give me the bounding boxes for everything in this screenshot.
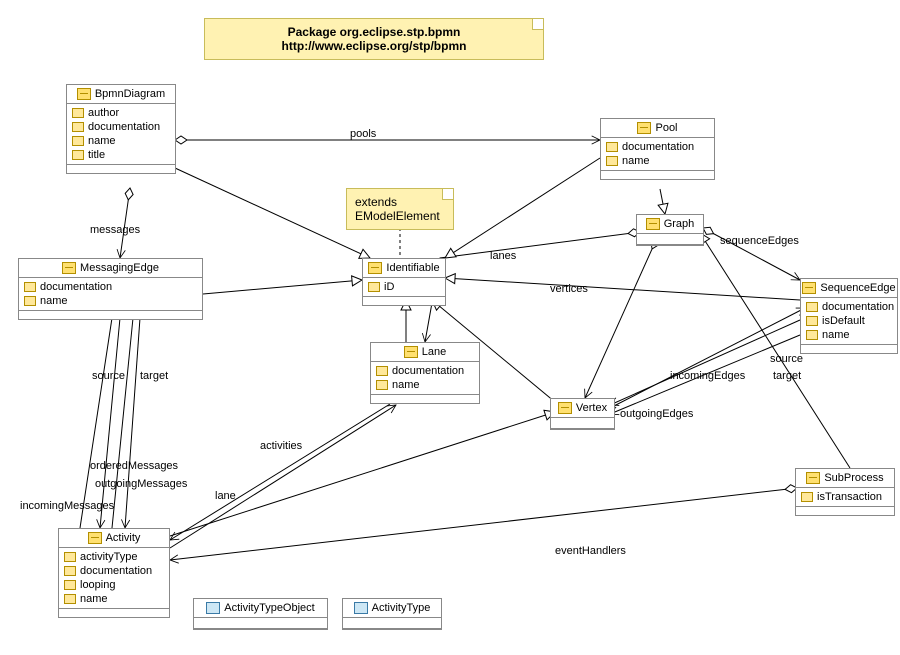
- datatype-icon: [354, 602, 368, 614]
- attr-icon: [64, 552, 76, 562]
- attr-label: name: [80, 593, 108, 605]
- attr-label: name: [88, 135, 116, 147]
- attr-icon: [64, 580, 76, 590]
- attr-label: name: [40, 295, 68, 307]
- class-activity[interactable]: Activity activityType documentation loop…: [58, 528, 170, 618]
- attr-icon: [64, 594, 76, 604]
- class-subprocess[interactable]: SubProcess isTransaction: [795, 468, 895, 516]
- attr-label: documentation: [822, 301, 894, 313]
- class-icon: [88, 532, 102, 544]
- attr-icon: [376, 366, 388, 376]
- label-activities: activities: [260, 440, 302, 452]
- class-name: ActivityType: [372, 602, 431, 614]
- package-line1: Package org.eclipse.stp.bpmn: [288, 25, 461, 39]
- class-icon: [62, 262, 76, 274]
- label-messages: messages: [90, 224, 140, 236]
- class-name: Pool: [655, 122, 677, 134]
- attr-label: title: [88, 149, 105, 161]
- attr-icon: [606, 156, 618, 166]
- attr-icon: [801, 492, 813, 502]
- class-icon: [637, 122, 651, 134]
- class-icon: [806, 472, 820, 484]
- extends-note: extends EModelElement: [346, 188, 454, 230]
- label-lane: lane: [215, 490, 236, 502]
- attr-label: iD: [384, 281, 394, 293]
- attr-icon: [72, 108, 84, 118]
- class-name: Vertex: [576, 402, 607, 414]
- class-graph[interactable]: Graph: [636, 214, 704, 246]
- label-outgoingmessages: outgoingMessages: [95, 478, 187, 490]
- attr-icon: [606, 142, 618, 152]
- attr-label: documentation: [622, 141, 694, 153]
- class-name: BpmnDiagram: [95, 88, 165, 100]
- class-name: Activity: [106, 532, 141, 544]
- extends-line2: EModelElement: [355, 209, 440, 223]
- class-icon: [77, 88, 91, 100]
- class-sequenceedge[interactable]: SequenceEdge documentation isDefault nam…: [800, 278, 898, 354]
- extends-line1: extends: [355, 195, 397, 209]
- label-incomingmessages: incomingMessages: [20, 500, 114, 512]
- label-incomingedges: incomingEdges: [670, 370, 745, 382]
- diagram-canvas: Package org.eclipse.stp.bpmn http://www.…: [0, 0, 900, 655]
- label-source-msg: source: [92, 370, 125, 382]
- class-pool[interactable]: Pool documentation name: [600, 118, 715, 180]
- label-orderedmessages: orderedMessages: [90, 460, 178, 472]
- attr-icon: [806, 330, 818, 340]
- label-outgoingedges: outgoingEdges: [620, 408, 693, 420]
- label-sequenceedges: sequenceEdges: [720, 235, 799, 247]
- attr-label: activityType: [80, 551, 137, 563]
- label-target-seq: target: [773, 370, 801, 382]
- class-name: Graph: [664, 218, 695, 230]
- attr-label: documentation: [392, 365, 464, 377]
- attr-label: looping: [80, 579, 115, 591]
- class-activitytypeobject[interactable]: ActivityTypeObject: [193, 598, 328, 630]
- class-lane[interactable]: Lane documentation name: [370, 342, 480, 404]
- attr-label: author: [88, 107, 119, 119]
- label-vertices: vertices: [550, 283, 588, 295]
- package-note: Package org.eclipse.stp.bpmn http://www.…: [204, 18, 544, 60]
- class-icon: [404, 346, 418, 358]
- label-pools: pools: [350, 128, 376, 140]
- attr-icon: [72, 136, 84, 146]
- attr-icon: [806, 302, 818, 312]
- class-identifiable[interactable]: Identifiable iD: [362, 258, 446, 306]
- label-target-msg: target: [140, 370, 168, 382]
- class-name: SubProcess: [824, 472, 883, 484]
- label-eventhandlers: eventHandlers: [555, 545, 626, 557]
- attr-icon: [806, 316, 818, 326]
- class-icon: [646, 218, 660, 230]
- class-name: Identifiable: [386, 262, 439, 274]
- class-name: SequenceEdge: [820, 282, 895, 294]
- attr-label: name: [822, 329, 850, 341]
- attr-icon: [72, 122, 84, 132]
- label-lanes: lanes: [490, 250, 516, 262]
- class-name: MessagingEdge: [80, 262, 159, 274]
- class-icon: [368, 262, 382, 274]
- class-name: ActivityTypeObject: [224, 602, 314, 614]
- attr-icon: [64, 566, 76, 576]
- attr-icon: [72, 150, 84, 160]
- class-name: Lane: [422, 346, 446, 358]
- attr-label: name: [392, 379, 420, 391]
- class-vertex[interactable]: Vertex: [550, 398, 615, 430]
- label-source-seq: source: [770, 353, 803, 365]
- attr-label: documentation: [80, 565, 152, 577]
- class-messagingedge[interactable]: MessagingEdge documentation name: [18, 258, 203, 320]
- attr-label: documentation: [40, 281, 112, 293]
- attr-icon: [368, 282, 380, 292]
- class-activitytype[interactable]: ActivityType: [342, 598, 442, 630]
- attr-label: isTransaction: [817, 491, 882, 503]
- attr-icon: [24, 296, 36, 306]
- class-icon: [802, 282, 816, 294]
- attr-icon: [376, 380, 388, 390]
- attr-label: name: [622, 155, 650, 167]
- attr-icon: [24, 282, 36, 292]
- class-icon: [558, 402, 572, 414]
- class-bpmndiagram[interactable]: BpmnDiagram author documentation name ti…: [66, 84, 176, 174]
- package-line2: http://www.eclipse.org/stp/bpmn: [282, 39, 467, 53]
- attr-label: isDefault: [822, 315, 865, 327]
- datatype-icon: [206, 602, 220, 614]
- attr-label: documentation: [88, 121, 160, 133]
